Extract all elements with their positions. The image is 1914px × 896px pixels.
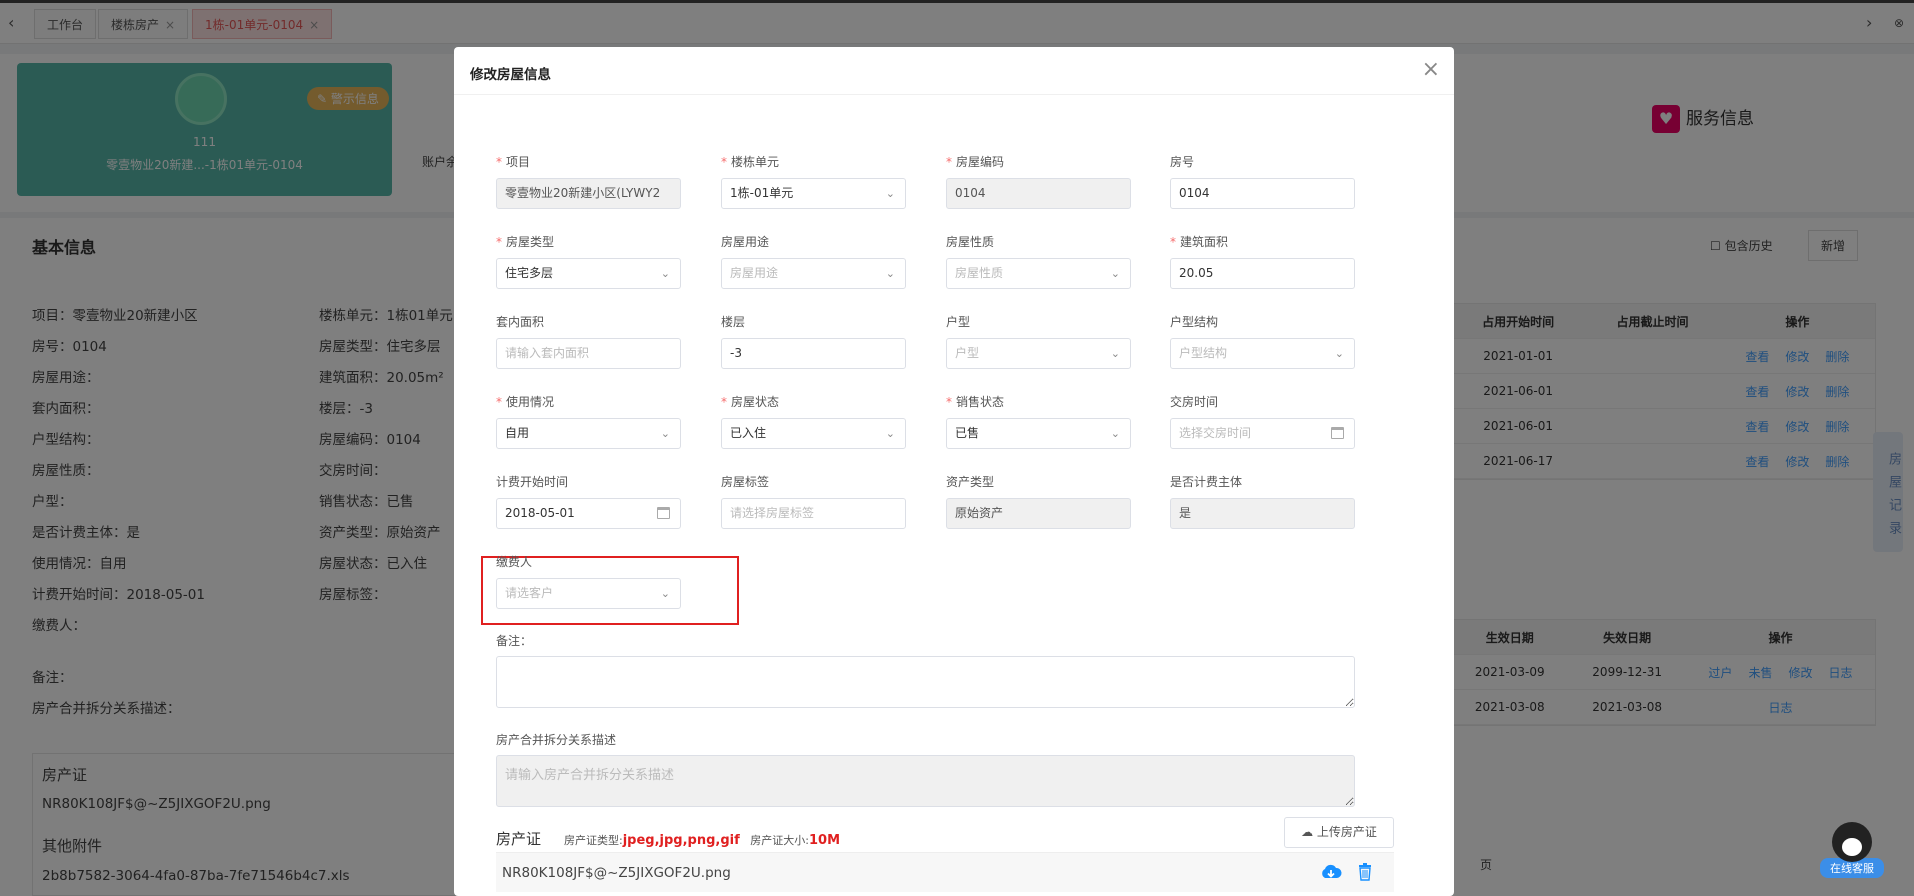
- calendar-icon: [1331, 427, 1344, 439]
- asset-type-field: 原始资产: [946, 498, 1131, 529]
- house-use-label: 房屋用途: [721, 235, 770, 249]
- remark-textarea[interactable]: [496, 656, 1355, 708]
- placeholder-text: 请选客户: [505, 586, 554, 600]
- house-status-select[interactable]: 已入住 ⌄: [721, 418, 906, 449]
- edit-house-modal: 修改房屋信息 × * 项目 零壹物业20新建小区(LYWY2 * 楼栋单元 1栋-0…: [454, 47, 1454, 896]
- cert-size-label: 房产证大小:: [750, 834, 809, 847]
- cert-type-label: 房产证类型:: [564, 834, 623, 847]
- inner-area-label: 套内面积: [496, 315, 545, 329]
- selected-value: 1栋-01单元: [730, 186, 794, 200]
- modal-title: 修改房屋信息: [470, 67, 551, 83]
- house-code-label: * 房屋编码: [946, 155, 1005, 169]
- build-area-input[interactable]: 20.05: [1170, 258, 1355, 289]
- upload-cert-button[interactable]: ☁ 上传房产证: [1284, 817, 1394, 848]
- placeholder-text: 选择交房时间: [1179, 426, 1252, 440]
- usage-label: * 使用情况: [496, 395, 555, 409]
- chevron-down-icon: ⌄: [660, 267, 670, 280]
- house-type-label: * 房屋类型: [496, 235, 555, 249]
- selected-value: 已售: [955, 426, 980, 440]
- billing-start-label: 计费开始时间: [496, 475, 569, 489]
- chevron-down-icon: ⌄: [1110, 427, 1120, 440]
- house-nature-label: 房屋性质: [946, 235, 995, 249]
- sale-status-label: * 销售状态: [946, 395, 1005, 409]
- placeholder-text: 房屋用途: [730, 266, 779, 280]
- merge-desc-textarea[interactable]: [496, 755, 1355, 807]
- selected-value: 自用: [505, 426, 530, 440]
- cert-hint: 房产证类型:jpeg,jpg,png,gif 房产证大小:10M: [564, 832, 840, 848]
- asset-type-label: 资产类型: [946, 475, 995, 489]
- placeholder-text: 户型结构: [1179, 346, 1228, 360]
- upload-cert-label: 上传房产证: [1316, 825, 1377, 839]
- chevron-down-icon: ⌄: [1110, 267, 1120, 280]
- house-tag-label: 房屋标签: [721, 475, 770, 489]
- penguin-icon: [1832, 822, 1872, 862]
- payer-select[interactable]: 请选客户 ⌄: [496, 578, 681, 609]
- floor-input[interactable]: -3: [721, 338, 906, 369]
- usage-select[interactable]: 自用 ⌄: [496, 418, 681, 449]
- merge-desc-label: 房产合并拆分关系描述: [496, 733, 617, 747]
- selected-value: 住宅多层: [505, 266, 554, 280]
- cloud-download-icon[interactable]: [1320, 863, 1342, 881]
- upload-icon: ☁: [1301, 825, 1317, 839]
- close-icon[interactable]: ×: [1422, 57, 1440, 82]
- selected-value: 已入住: [730, 426, 767, 440]
- modal-header: 修改房屋信息 ×: [454, 47, 1454, 95]
- project-label: * 项目: [496, 155, 531, 169]
- delivery-time-label: 交房时间: [1170, 395, 1219, 409]
- layout-struct-select[interactable]: 户型结构 ⌄: [1170, 338, 1355, 369]
- floor-label: 楼层: [721, 315, 746, 329]
- chevron-down-icon: ⌄: [885, 427, 895, 440]
- build-area-label: * 建筑面积: [1170, 235, 1229, 249]
- house-status-label: * 房屋状态: [721, 395, 780, 409]
- house-no-label: 房号: [1170, 155, 1195, 169]
- delivery-time-picker[interactable]: 选择交房时间: [1170, 418, 1355, 449]
- billing-subject-label: 是否计费主体: [1170, 475, 1243, 489]
- house-type-select[interactable]: 住宅多层 ⌄: [496, 258, 681, 289]
- cert-types: jpeg,jpg,png,gif: [622, 833, 740, 848]
- cert-title: 房产证: [496, 830, 542, 848]
- layout-struct-label: 户型结构: [1170, 315, 1219, 329]
- house-no-input[interactable]: 0104: [1170, 178, 1355, 209]
- house-nature-select[interactable]: 房屋性质 ⌄: [946, 258, 1131, 289]
- chevron-down-icon: ⌄: [660, 427, 670, 440]
- sale-status-select[interactable]: 已售 ⌄: [946, 418, 1131, 449]
- chevron-down-icon: ⌄: [1110, 347, 1120, 360]
- placeholder-text: 房屋性质: [955, 266, 1004, 280]
- selected-value: 2018-05-01: [505, 506, 575, 520]
- building-unit-select[interactable]: 1栋-01单元 ⌄: [721, 178, 906, 209]
- online-service[interactable]: 在线客服: [1820, 822, 1884, 882]
- placeholder-text: 户型: [955, 346, 980, 360]
- billing-start-picker[interactable]: 2018-05-01: [496, 498, 681, 529]
- house-use-select[interactable]: 房屋用途 ⌄: [721, 258, 906, 289]
- payer-label: 缴费人: [496, 555, 533, 569]
- cert-size: 10M: [809, 833, 841, 848]
- chevron-down-icon: ⌄: [885, 267, 895, 280]
- project-field: 零壹物业20新建小区(LYWY2: [496, 178, 681, 209]
- chevron-down-icon: ⌄: [660, 587, 670, 600]
- chevron-down-icon: ⌄: [1334, 347, 1344, 360]
- chevron-down-icon: ⌄: [885, 187, 895, 200]
- cert-file-row: NR80K108JF$@~Z5JIXGOF2U.png: [496, 852, 1394, 892]
- trash-icon[interactable]: [1358, 863, 1372, 881]
- calendar-icon: [657, 507, 670, 519]
- layout-select[interactable]: 户型 ⌄: [946, 338, 1131, 369]
- inner-area-input[interactable]: 请输入套内面积: [496, 338, 681, 369]
- billing-subject-field: 是: [1170, 498, 1355, 529]
- remark-label: 备注：: [496, 634, 533, 648]
- house-tag-select[interactable]: 请选择房屋标签: [721, 498, 906, 529]
- cert-file-name[interactable]: NR80K108JF$@~Z5JIXGOF2U.png: [502, 865, 731, 881]
- house-code-field: 0104: [946, 178, 1131, 209]
- building-unit-label: * 楼栋单元: [721, 155, 780, 169]
- layout-label: 户型: [946, 315, 971, 329]
